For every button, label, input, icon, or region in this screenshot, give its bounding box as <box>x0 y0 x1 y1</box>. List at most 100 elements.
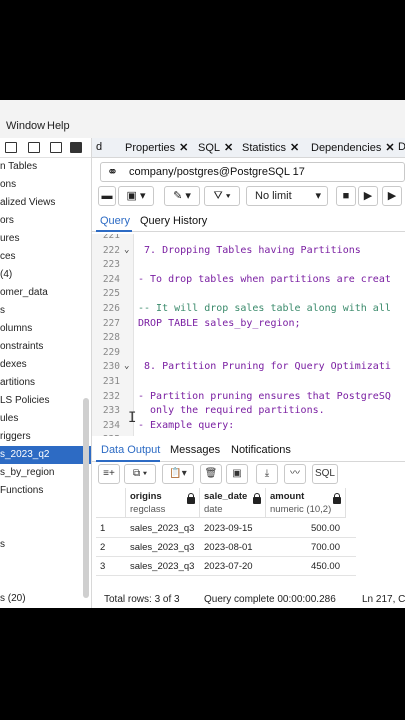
save-data-button[interactable]: ▣ <box>226 464 248 484</box>
tree-item[interactable]: ces <box>0 248 91 266</box>
code-line: - Partition pruning ensures that Postgre… <box>138 390 391 402</box>
execute-options-button[interactable]: ▶ <box>382 186 402 206</box>
menu-help[interactable]: Help <box>47 120 70 132</box>
fold-toggle-icon[interactable]: ⌄ <box>124 361 129 371</box>
cell-idx[interactable]: 1 <box>100 523 105 534</box>
column-type: date <box>204 504 223 515</box>
table-row[interactable]: 2 sales_2023_q3 2023-08-01 700.00 <box>96 538 356 557</box>
open-file-button[interactable]: ▬ <box>98 186 116 206</box>
cell-sale-date[interactable]: 2023-07-20 <box>204 561 253 572</box>
tree-item[interactable]: s <box>0 536 91 554</box>
view-data-icon[interactable] <box>28 142 40 153</box>
sql-editor[interactable]: 221 222 ⌄ 223 224 225 226 227 228 229 230 ⌄ 231 232 23… <box>92 234 405 436</box>
sql-button[interactable]: SQL <box>312 464 338 484</box>
tree-item[interactable] <box>0 500 91 518</box>
tab-sql[interactable]: SQL ✕ <box>198 141 233 154</box>
tab-notifications[interactable]: Notifications <box>231 444 291 456</box>
tree-item[interactable]: Functions <box>0 482 91 500</box>
tree-item[interactable]: onstraints <box>0 338 91 356</box>
cell-origins[interactable]: sales_2023_q3 <box>130 542 194 553</box>
line-number: 228 <box>102 332 120 344</box>
tree-item[interactable]: ules <box>0 410 91 428</box>
tree-item[interactable]: s_by_region <box>0 464 91 482</box>
filter-icon[interactable] <box>50 142 62 153</box>
tree-item[interactable]: n Tables <box>0 158 91 176</box>
column-header[interactable]: sale_datedate <box>200 488 266 518</box>
tree-item[interactable]: ors <box>0 212 91 230</box>
cell-amount[interactable]: 500.00 <box>311 523 340 534</box>
code-line: only the required partitions. <box>138 405 325 417</box>
tree-item[interactable]: s <box>0 302 91 320</box>
tree-item[interactable]: ures <box>0 230 91 248</box>
pgadmin-window: Window Help n Tables ons alized Views ors ur… <box>0 100 405 608</box>
cell-amount[interactable]: 450.00 <box>311 561 340 572</box>
save-button[interactable]: ▣ ▾ <box>118 186 154 206</box>
table-icon[interactable] <box>5 142 17 153</box>
tab-properties[interactable]: Properties ✕ <box>125 141 188 154</box>
tab-data-output[interactable]: Data Output <box>101 444 160 456</box>
tab-dependencies[interactable]: Dependencies ✕ <box>311 141 395 154</box>
connection-selector[interactable]: ⚭ company/postgres@PostgreSQL 17 <box>100 162 405 182</box>
tab-bar: d Properties ✕ SQL ✕ Statistics ✕ Dependenc… <box>92 138 405 158</box>
column-type: numeric (10,2) <box>270 504 332 515</box>
paste-button[interactable]: 📋▾ <box>162 464 194 484</box>
column-header[interactable]: origins regclass <box>126 488 200 518</box>
status-bar: Total rows: 3 of 3 Query complete 00:00:… <box>92 590 405 608</box>
tree-item[interactable]: ons <box>0 176 91 194</box>
browser-toolbar <box>0 138 91 158</box>
column-name: origins <box>130 491 162 502</box>
table-row[interactable]: 1 sales_2023_q3 2023-09-15 500.00 <box>96 519 356 538</box>
execute-button[interactable]: ▶ <box>358 186 378 206</box>
tree-item[interactable]: artitions <box>0 374 91 392</box>
fold-toggle-icon[interactable]: ⌄ <box>124 245 129 255</box>
edit-button[interactable]: ✎ ▾ <box>164 186 200 206</box>
limit-select[interactable]: No limit ▾ <box>246 186 328 206</box>
terminal-icon[interactable] <box>70 142 82 153</box>
tree-item[interactable]: s_2023_q2 <box>0 446 91 464</box>
tree-item[interactable]: dexes <box>0 356 91 374</box>
code-line: DROP TABLE sales_by_region; <box>138 317 301 329</box>
graph-button[interactable]: 〰 <box>284 464 306 484</box>
add-row-button[interactable]: ≡+ <box>98 464 120 484</box>
tree-item[interactable]: (4) <box>0 266 91 284</box>
cell-sale-date[interactable]: 2023-08-01 <box>204 542 253 553</box>
tab-statistics[interactable]: Statistics ✕ <box>242 141 299 154</box>
cell-origins[interactable]: sales_2023_q3 <box>130 523 194 534</box>
stop-button[interactable]: ■ <box>336 186 356 206</box>
code-line: 7. Dropping Tables having Partitions <box>138 244 361 256</box>
cell-sale-date[interactable]: 2023-09-15 <box>204 523 253 534</box>
tab-dashboard[interactable]: d <box>96 141 102 153</box>
table-row[interactable]: 3 sales_2023_q3 2023-07-20 450.00 <box>96 557 356 576</box>
tree-item[interactable]: LS Policies <box>0 392 91 410</box>
close-icon[interactable]: ✕ <box>224 142 233 154</box>
tree-item[interactable]: s (20) <box>0 590 91 608</box>
tree-scrollbar[interactable] <box>83 398 89 598</box>
tab-messages[interactable]: Messages <box>170 444 220 456</box>
cell-origins[interactable]: sales_2023_q3 <box>130 561 194 572</box>
lock-icon <box>333 493 341 504</box>
tab-dependents[interactable]: D <box>398 141 405 153</box>
column-header[interactable]: amount numeric (10,2) <box>266 488 346 518</box>
tree-item[interactable] <box>0 554 91 572</box>
download-button[interactable]: ⤓ <box>256 464 278 484</box>
column-name: sale_date <box>204 491 248 502</box>
active-tab-indicator <box>96 230 132 232</box>
tree-item[interactable]: alized Views <box>0 194 91 212</box>
delete-button[interactable]: 🗑 <box>200 464 222 484</box>
copy-button[interactable]: ⧉ ▾ <box>124 464 156 484</box>
close-icon[interactable]: ✕ <box>385 142 394 154</box>
tree-item[interactable]: riggers <box>0 428 91 446</box>
close-icon[interactable]: ✕ <box>290 142 299 154</box>
menu-window[interactable]: Window <box>6 120 45 132</box>
tree-item[interactable]: omer_data <box>0 284 91 302</box>
tree-item[interactable]: olumns <box>0 320 91 338</box>
close-icon[interactable]: ✕ <box>179 142 188 154</box>
filter-button[interactable]: ⛛ ▾ <box>204 186 240 206</box>
cell-idx[interactable]: 2 <box>100 542 105 553</box>
tab-query-history[interactable]: Query History <box>140 215 207 227</box>
cell-amount[interactable]: 700.00 <box>311 542 340 553</box>
tree-item[interactable] <box>0 572 91 590</box>
cell-idx[interactable]: 3 <box>100 561 105 572</box>
tab-query[interactable]: Query <box>100 215 130 227</box>
tree-item[interactable] <box>0 518 91 536</box>
